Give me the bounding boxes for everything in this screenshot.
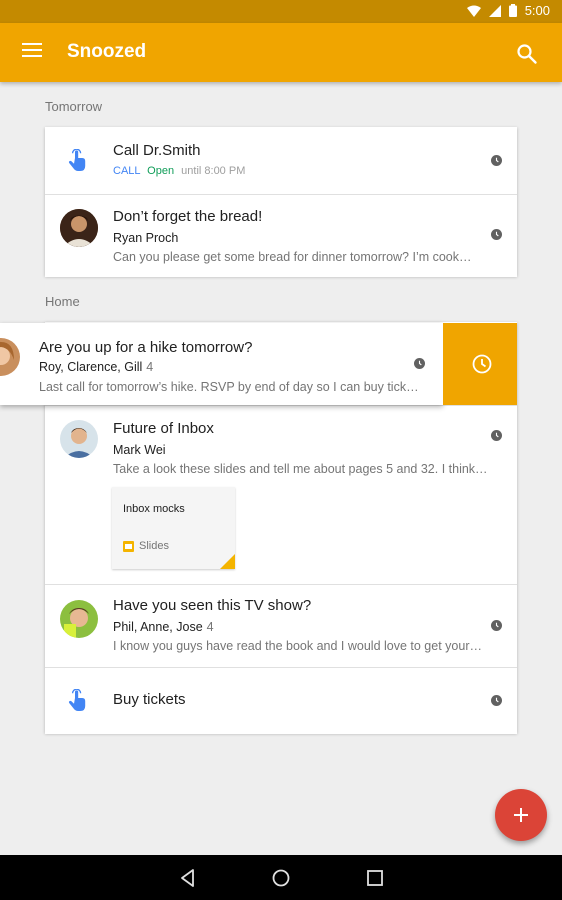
list-item-hike-swiped[interactable]: Are you up for a hike tomorrow? Roy, Cla…	[0, 323, 443, 405]
item-senders: Phil, Anne, Jose 4	[113, 620, 214, 634]
item-sender: Ryan Proch	[113, 231, 179, 245]
signal-icon	[488, 4, 501, 17]
list-item-bread[interactable]: Don’t forget the bread! Ryan Proch Can y…	[45, 194, 517, 277]
battery-icon	[508, 4, 517, 17]
item-title: Have you seen this TV show?	[113, 597, 312, 614]
item-title: Are you up for a hike tomorrow?	[39, 339, 253, 356]
recents-icon[interactable]	[365, 868, 385, 888]
thread-count: 4	[146, 360, 154, 374]
avatar	[0, 338, 20, 376]
attachment-type: Slides	[139, 540, 169, 552]
item-snippet: Last call for tomorrow’s hike. RSVP by e…	[39, 380, 419, 394]
item-snippet: Can you please get some bread for dinner…	[113, 250, 472, 264]
menu-icon[interactable]	[22, 43, 42, 61]
avatar	[60, 209, 98, 247]
snooze-swipe-action[interactable]	[443, 323, 517, 405]
item-senders: Roy, Clarence, Gill 4	[39, 360, 153, 374]
compose-fab-button[interactable]	[495, 789, 547, 841]
avatar	[60, 600, 98, 638]
reminder-hand-icon	[68, 689, 86, 711]
snooze-clock-icon	[491, 430, 502, 441]
app-bar: Snoozed	[0, 23, 562, 82]
slides-icon	[123, 541, 134, 552]
snooze-clock-icon	[491, 620, 502, 631]
item-title: Buy tickets	[113, 691, 186, 708]
item-snippet: I know you guys have read the book and I…	[113, 639, 482, 653]
back-icon[interactable]	[178, 868, 198, 888]
call-meta: CALL Open until 8:00 PM	[113, 165, 245, 177]
attachment-chip[interactable]: Inbox mocks Slides	[112, 487, 235, 569]
system-nav-bar	[0, 855, 562, 900]
list-item-future-of-inbox[interactable]: Future of Inbox Mark Wei Take a look the…	[45, 405, 517, 585]
page-title: Snoozed	[67, 41, 147, 62]
attachment-name: Inbox mocks	[123, 503, 185, 515]
item-title: Call Dr.Smith	[113, 142, 201, 159]
item-title: Don’t forget the bread!	[113, 208, 263, 225]
senders-text: Roy, Clarence, Gill	[39, 360, 143, 374]
open-status: Open	[147, 165, 175, 177]
snooze-clock-icon	[472, 354, 492, 374]
wifi-icon	[466, 5, 481, 17]
snooze-clock-icon	[491, 229, 502, 240]
snooze-clock-icon	[491, 695, 502, 706]
plus-icon	[514, 808, 528, 822]
list-item-tv-show[interactable]: Have you seen this TV show? Phil, Anne, …	[45, 584, 517, 668]
snooze-clock-icon	[491, 155, 502, 166]
item-sender: Mark Wei	[113, 443, 166, 457]
snooze-clock-icon	[414, 358, 425, 369]
home-icon[interactable]	[271, 868, 291, 888]
reminder-hand-icon	[68, 149, 86, 171]
search-icon[interactable]	[516, 43, 538, 65]
open-hours: until 8:00 PM	[181, 165, 246, 177]
status-time: 5:00	[524, 3, 550, 18]
item-title: Future of Inbox	[113, 420, 214, 437]
call-action-link[interactable]: CALL	[113, 165, 140, 177]
section-label-home: Home	[45, 294, 80, 309]
status-bar: 5:00	[0, 0, 562, 23]
senders-text: Phil, Anne, Jose	[113, 620, 203, 634]
section-label-tomorrow: Tomorrow	[45, 99, 103, 114]
list-item-buy-tickets[interactable]: Buy tickets	[45, 667, 517, 734]
avatar	[60, 420, 98, 458]
list-item-call-reminder[interactable]: Call Dr.Smith CALL Open until 8:00 PM	[45, 127, 517, 194]
item-snippet: Take a look these slides and tell me abo…	[113, 462, 488, 476]
attachment-corner-icon	[220, 554, 235, 569]
tomorrow-card: Call Dr.Smith CALL Open until 8:00 PM Do…	[45, 127, 517, 277]
thread-count: 4	[206, 620, 214, 634]
